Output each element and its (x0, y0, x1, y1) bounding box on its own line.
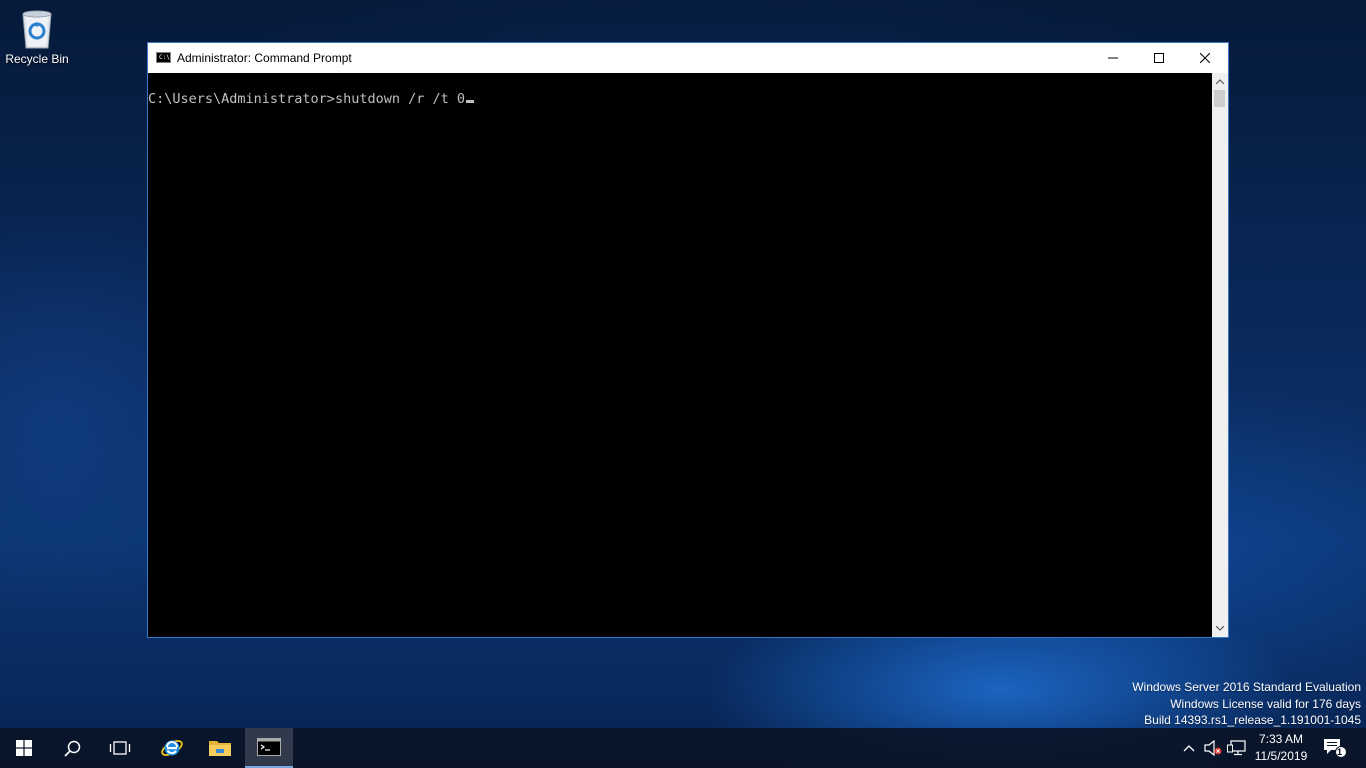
volume-muted-icon (1204, 740, 1222, 756)
close-button[interactable] (1182, 43, 1228, 73)
evaluation-watermark: Windows Server 2016 Standard Evaluation … (1132, 679, 1361, 729)
recycle-bin-shortcut[interactable]: Recycle Bin (2, 6, 72, 66)
text-cursor (465, 100, 474, 103)
taskbar-clock[interactable]: 7:33 AM 11/5/2019 (1247, 731, 1315, 765)
window-title: Administrator: Command Prompt (177, 51, 352, 65)
network-button[interactable] (1226, 736, 1248, 760)
console-prompt: C:\Users\Administrator> (148, 91, 335, 107)
clock-time: 7:33 AM (1258, 732, 1304, 746)
watermark-license: Windows License valid for 176 days (1170, 696, 1361, 711)
window-titlebar[interactable]: C:\ Administrator: Command Prompt (148, 43, 1228, 73)
action-center-button[interactable]: 1 (1322, 736, 1348, 760)
scroll-down-button[interactable] (1212, 620, 1228, 637)
notifications-icon (1324, 739, 1347, 758)
search-button[interactable] (48, 728, 96, 768)
command-prompt-window: C:\ Administrator: Command Prompt C:\Use… (147, 42, 1229, 638)
recycle-bin-label: Recycle Bin (5, 52, 69, 66)
taskbar: 7:33 AM 11/5/2019 1 (0, 728, 1366, 768)
maximize-icon (1154, 53, 1164, 63)
search-icon (63, 740, 80, 757)
notification-count-badge: 1 (1337, 747, 1343, 757)
show-hidden-icons-button[interactable] (1178, 736, 1200, 760)
close-icon (1200, 53, 1210, 63)
cmd-icon: C:\ (156, 52, 171, 63)
network-icon (1227, 740, 1246, 756)
clock-date: 11/5/2019 (1254, 749, 1308, 763)
vertical-scrollbar[interactable] (1212, 73, 1228, 637)
maximize-button[interactable] (1136, 43, 1182, 73)
command-prompt-icon (257, 738, 281, 756)
start-icon (16, 740, 32, 756)
watermark-build: Build 14393.rs1_release_1.191001-1045 (1144, 713, 1361, 727)
volume-button[interactable] (1202, 736, 1224, 760)
chevron-up-icon (1183, 744, 1195, 751)
minimize-icon (1108, 57, 1118, 59)
recycle-bin-icon (22, 10, 52, 49)
console-output[interactable]: C:\Users\Administrator>shutdown /r /t 0 (148, 73, 1212, 637)
console-command: shutdown /r /t 0 (334, 91, 465, 107)
scroll-thumb[interactable] (1214, 90, 1225, 107)
command-prompt-taskbar-button[interactable] (245, 728, 293, 768)
minimize-button[interactable] (1090, 43, 1136, 73)
file-explorer-button[interactable] (196, 728, 244, 768)
desktop: Recycle Bin C:\ Administrator: Command P… (0, 0, 1366, 768)
scroll-up-button[interactable] (1212, 73, 1228, 90)
internet-explorer-icon (161, 740, 183, 756)
watermark-edition: Windows Server 2016 Standard Evaluation (1132, 680, 1361, 694)
task-view-button[interactable] (96, 728, 144, 768)
internet-explorer-button[interactable] (148, 728, 196, 768)
start-button[interactable] (0, 728, 48, 768)
file-explorer-icon (209, 741, 231, 756)
task-view-icon (109, 741, 131, 755)
chevron-down-icon (1216, 626, 1224, 631)
chevron-up-icon (1216, 79, 1224, 84)
